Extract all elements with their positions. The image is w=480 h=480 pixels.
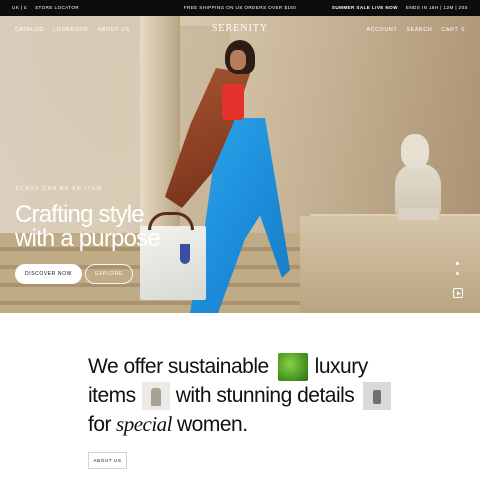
play-pause-button[interactable] bbox=[453, 288, 463, 298]
explore-button[interactable]: Explore bbox=[85, 264, 133, 284]
hero-headline-line1: Crafting style bbox=[15, 201, 145, 228]
statement-text: women. bbox=[177, 413, 248, 436]
nav-account[interactable]: Account bbox=[366, 27, 397, 33]
cart-count: 0 bbox=[461, 27, 465, 33]
slider-dots bbox=[456, 262, 459, 275]
discover-now-button[interactable]: Discover now bbox=[15, 264, 82, 284]
hero-eyebrow: Class can be an item bbox=[16, 186, 103, 192]
statement-emphasis: special bbox=[116, 412, 172, 436]
hero-pedestal bbox=[300, 216, 480, 313]
statement-row-1: We offer sustainable luxury bbox=[88, 352, 408, 381]
hero-statue-bust bbox=[395, 134, 443, 220]
announcement-bar: UK | £ Store Locator Free shipping on US… bbox=[0, 0, 480, 16]
slider-dot-1[interactable] bbox=[456, 262, 459, 265]
statement-text: We offer sustainable bbox=[88, 355, 269, 378]
sale-countdown: Ends in 16h | 12m | 20s bbox=[405, 5, 468, 10]
hero-headline-line2: with a purpose bbox=[15, 225, 161, 252]
statement-text: items bbox=[88, 384, 136, 407]
hero-headline: Crafting style with a purpose bbox=[15, 203, 235, 251]
main-navigation: Catalog Lookbook About us SERENITY Accou… bbox=[0, 16, 480, 44]
announcement-right: Summer sale live now Ends in 16h | 12m |… bbox=[332, 5, 468, 10]
slider-dot-2[interactable] bbox=[456, 272, 459, 275]
statement-text: luxury bbox=[314, 355, 369, 378]
statement-row-2: items with stunning details bbox=[88, 381, 408, 410]
play-icon bbox=[456, 291, 460, 295]
hero-model bbox=[140, 36, 290, 313]
coat-image bbox=[141, 381, 170, 410]
nav-cart[interactable]: Cart 0 bbox=[441, 27, 465, 33]
cart-label: Cart bbox=[441, 27, 459, 33]
brand-statement: We offer sustainable luxury items with s… bbox=[88, 352, 408, 439]
sale-live-label[interactable]: Summer sale live now bbox=[332, 5, 398, 10]
statement-row-3: for special women. bbox=[88, 410, 408, 439]
about-us-button[interactable]: About us bbox=[88, 452, 127, 469]
bag-detail-image bbox=[363, 381, 392, 410]
statement-text: for bbox=[88, 413, 112, 436]
statement-text: with stunning details bbox=[175, 384, 355, 407]
nav-right: Account Search Cart 0 bbox=[366, 27, 465, 33]
nav-search[interactable]: Search bbox=[406, 27, 432, 33]
leaf-image bbox=[277, 352, 308, 381]
